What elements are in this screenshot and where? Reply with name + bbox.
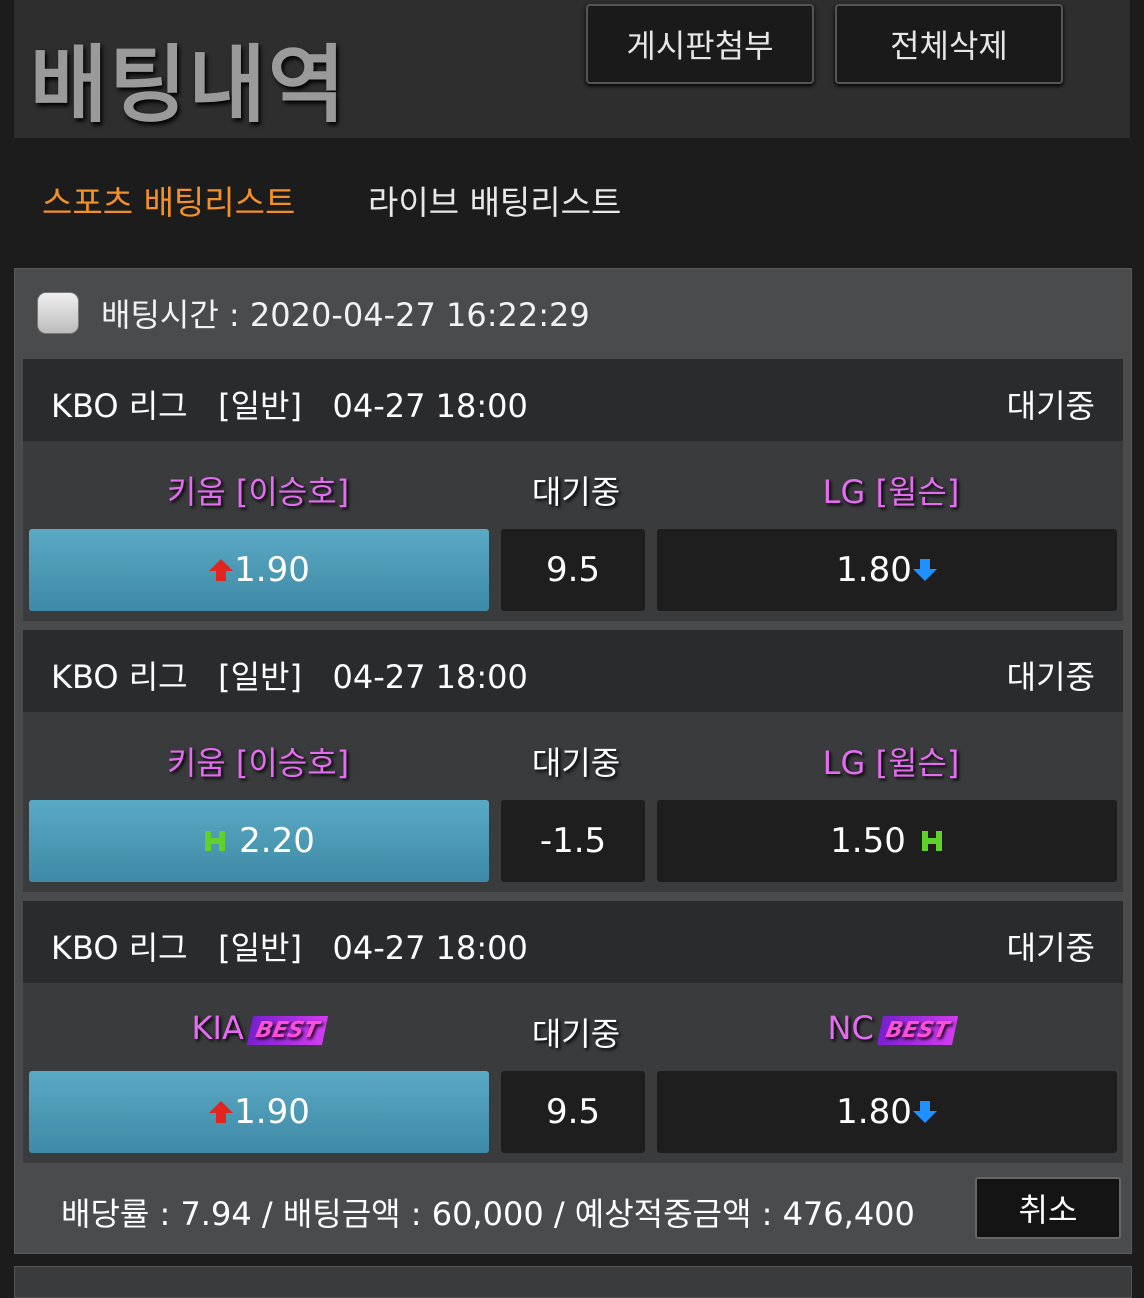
bet-slip-card: 배팅시간 : 2020-04-27 16:22:29 KBO 리그 [일반] 0… bbox=[14, 268, 1132, 1254]
arrow-up-icon bbox=[208, 1099, 234, 1125]
arrow-up-icon bbox=[208, 557, 234, 583]
home-team-name: 키움 [이승호] bbox=[166, 744, 350, 782]
home-team-name: KIA BEST bbox=[23, 1009, 493, 1047]
home-team-name: 키움 [이승호] bbox=[166, 473, 350, 511]
home-odd-value: 1.90 bbox=[234, 1092, 310, 1132]
away-team-name: LG [윌슨] bbox=[822, 744, 960, 782]
away-odd-value: 1.80 bbox=[836, 550, 912, 590]
away-odd-value: 1.80 bbox=[836, 1092, 912, 1132]
best-badge: BEST bbox=[246, 1015, 328, 1045]
status-label: 대기중 bbox=[1006, 387, 1095, 425]
summary-text: 배당률 : 7.94 / 배팅금액 : 60,000 / 예상적중금액 : 47… bbox=[61, 1195, 915, 1233]
handicap-h-icon bbox=[920, 829, 944, 853]
bet-select-checkbox[interactable] bbox=[37, 292, 79, 334]
home-odd-value: 2.20 bbox=[239, 821, 315, 861]
away-team-name: NC BEST bbox=[659, 1009, 1123, 1047]
bet-slip-header: 배팅시간 : 2020-04-27 16:22:29 bbox=[15, 269, 1131, 357]
delete-all-button[interactable]: 전체삭제 bbox=[835, 4, 1063, 84]
league-info: KBO 리그 [일반] 04-27 18:00 bbox=[51, 387, 528, 425]
home-odd-button[interactable]: 2.20 bbox=[29, 800, 489, 882]
arrow-down-icon bbox=[912, 1099, 938, 1125]
tab-sports-betting-list[interactable]: 스포츠 배팅리스트 bbox=[42, 176, 295, 224]
cancel-button[interactable]: 취소 bbox=[975, 1177, 1121, 1239]
mid-status-label: 대기중 bbox=[531, 473, 621, 511]
mid-value-button[interactable]: 9.5 bbox=[501, 529, 645, 611]
bet-summary: 배당률 : 7.94 / 배팅금액 : 60,000 / 예상적중금액 : 47… bbox=[15, 1167, 1131, 1253]
bet-head: KBO 리그 [일반] 04-27 18:00 대기중 bbox=[23, 359, 1123, 441]
bet-head: KBO 리그 [일반] 04-27 18:00 대기중 bbox=[23, 901, 1123, 983]
away-team-name: LG [윌슨] bbox=[822, 473, 960, 511]
league-info: KBO 리그 [일반] 04-27 18:00 bbox=[51, 658, 528, 696]
away-odd-button[interactable]: 1.80 bbox=[657, 1071, 1117, 1153]
bet-row: KBO 리그 [일반] 04-27 18:00 대기중 키움 [이승호] 대기중… bbox=[23, 630, 1123, 892]
best-badge: BEST bbox=[876, 1015, 958, 1045]
mid-value-button[interactable]: -1.5 bbox=[501, 800, 645, 882]
bet-row: KBO 리그 [일반] 04-27 18:00 대기중 키움 [이승호] 대기중… bbox=[23, 359, 1123, 621]
bet-head: KBO 리그 [일반] 04-27 18:00 대기중 bbox=[23, 630, 1123, 712]
home-odd-value: 1.90 bbox=[234, 550, 310, 590]
mid-status-label: 대기중 bbox=[531, 1015, 621, 1053]
page-title: 배팅내역 bbox=[30, 36, 348, 134]
tab-live-betting-list[interactable]: 라이브 배팅리스트 bbox=[368, 176, 621, 224]
attach-board-button[interactable]: 게시판첨부 bbox=[586, 4, 814, 84]
mid-status-label: 대기중 bbox=[531, 744, 621, 782]
league-info: KBO 리그 [일반] 04-27 18:00 bbox=[51, 929, 528, 967]
bet-row: KBO 리그 [일반] 04-27 18:00 대기중 KIA BEST 대기중 … bbox=[23, 901, 1123, 1163]
bet-time: 배팅시간 : 2020-04-27 16:22:29 bbox=[101, 296, 590, 334]
away-odd-value: 1.50 bbox=[830, 821, 906, 861]
status-label: 대기중 bbox=[1006, 929, 1095, 967]
away-odd-button[interactable]: 1.80 bbox=[657, 529, 1117, 611]
status-label: 대기중 bbox=[1006, 658, 1095, 696]
next-bet-slip-card bbox=[14, 1266, 1132, 1298]
away-odd-button[interactable]: 1.50 bbox=[657, 800, 1117, 882]
home-odd-button[interactable]: 1.90 bbox=[29, 529, 489, 611]
home-odd-button[interactable]: 1.90 bbox=[29, 1071, 489, 1153]
tab-row: 스포츠 배팅리스트 라이브 배팅리스트 bbox=[0, 140, 1144, 268]
arrow-down-icon bbox=[912, 557, 938, 583]
mid-value-button[interactable]: 9.5 bbox=[501, 1071, 645, 1153]
handicap-h-icon bbox=[203, 829, 227, 853]
